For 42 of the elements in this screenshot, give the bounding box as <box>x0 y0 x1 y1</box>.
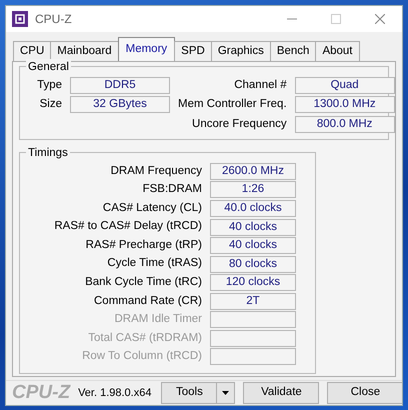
value-field: DDR5 <box>70 77 170 94</box>
tab[interactable]: Memory <box>118 37 176 61</box>
close-icon[interactable] <box>375 14 385 24</box>
field-label: Bank Cycle Time (tRC) <box>84 275 202 290</box>
value-field: 80 clocks <box>210 256 296 273</box>
field-label: FSB:DRAM <box>142 182 202 198</box>
value-field: 2T <box>210 292 296 310</box>
field-label: RAS# Precharge (tRP) <box>84 238 202 253</box>
logo-text: CPU-Z <box>12 382 70 404</box>
tab[interactable]: About <box>315 41 360 61</box>
value-field: 2600.0 MHz <box>210 162 296 180</box>
field-label: Uncore Frequency <box>191 116 287 132</box>
tab[interactable]: SPD <box>174 41 212 61</box>
value-field: 32 GBytes <box>70 96 170 114</box>
caret-icon[interactable] <box>222 391 230 395</box>
field-label: DRAM Idle Timer <box>113 312 202 328</box>
value-field: 40 clocks <box>210 218 296 236</box>
field-label: Command Rate (CR) <box>93 294 202 309</box>
value-field: 1:26 <box>210 181 296 198</box>
field-label: Type <box>36 78 62 93</box>
field-label: Total CAS# (tRDRAM) <box>87 330 202 346</box>
value-field: Quad <box>294 77 395 94</box>
field-label: Mem Controller Freq. <box>178 97 287 112</box>
field-label: Cycle Time (tRAS) <box>106 256 202 272</box>
value-field: 40 clocks <box>210 237 296 254</box>
tools-button[interactable]: Tools <box>161 382 218 404</box>
field-label: Row To Column (tRCD) <box>81 349 202 364</box>
tab[interactable]: CPU <box>13 41 52 61</box>
field-label: Size <box>38 97 62 112</box>
value-field: 120 clocks <box>210 274 296 292</box>
version-text: Ver. 1.98.0.x64 <box>78 386 152 401</box>
window-title: CPU-Z <box>35 11 73 28</box>
field-label: Channel # <box>233 78 287 93</box>
field-label: CAS# Latency (CL) <box>102 200 202 216</box>
dialog-button[interactable]: Close <box>327 382 402 404</box>
value-field: 1300.0 MHz <box>294 96 395 114</box>
value-field: 800.0 MHz <box>294 116 395 133</box>
value-field: 40.0 clocks <box>210 200 296 217</box>
field-label: RAS# to CAS# Delay (tRCD) <box>53 219 202 234</box>
field-label: DRAM Frequency <box>110 164 202 179</box>
app-icon <box>12 11 28 27</box>
dialog-button[interactable]: Validate <box>243 382 320 404</box>
